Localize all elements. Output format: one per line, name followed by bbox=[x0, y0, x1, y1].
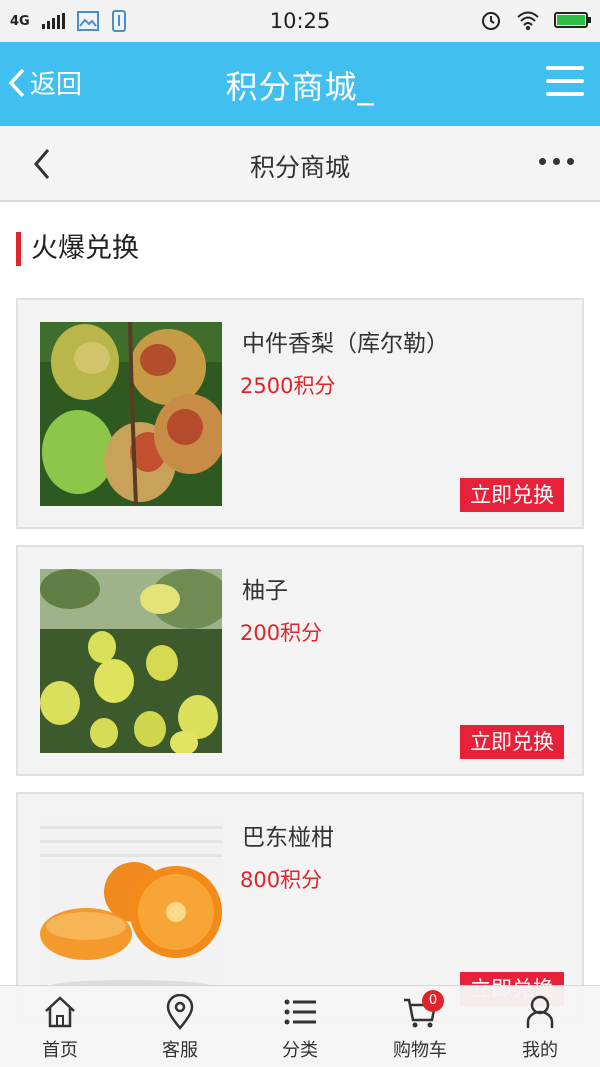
nav-home[interactable]: 首页 bbox=[0, 986, 120, 1067]
alarm-icon bbox=[482, 12, 500, 30]
battery-icon bbox=[554, 12, 591, 28]
nav-profile[interactable]: 我的 bbox=[480, 986, 600, 1067]
product-card[interactable]: 柚子 200积分 立即兑换 bbox=[16, 545, 584, 776]
nav-customer-service[interactable]: 客服 bbox=[120, 986, 240, 1067]
product-price: 800积分 bbox=[240, 868, 323, 892]
nav-label: 分类 bbox=[282, 1040, 318, 1061]
pear-photo[interactable] bbox=[40, 322, 222, 506]
app-header: 返回 积分商城_ bbox=[0, 42, 600, 126]
list-icon bbox=[284, 999, 316, 1025]
page-title: 积分商城 bbox=[249, 153, 350, 182]
product-name[interactable]: 柚子 bbox=[242, 571, 288, 605]
redeem-button[interactable]: 立即兑换 bbox=[460, 478, 564, 512]
status-bar: 4G 10:25 bbox=[0, 0, 600, 42]
nav-label: 我的 bbox=[522, 1040, 558, 1061]
nav-category[interactable]: 分类 bbox=[240, 986, 360, 1067]
pomelo-photo[interactable] bbox=[40, 569, 222, 753]
product-name[interactable]: 巴东椪柑 bbox=[242, 818, 334, 852]
more-options-button[interactable] bbox=[539, 158, 574, 165]
menu-button[interactable] bbox=[546, 66, 584, 98]
nav-label: 客服 bbox=[162, 1040, 198, 1061]
product-price: 2500积分 bbox=[240, 374, 336, 398]
redeem-button[interactable]: 立即兑换 bbox=[460, 725, 564, 759]
section-title: 火爆兑换 bbox=[16, 232, 139, 266]
nav-label: 首页 bbox=[42, 1040, 78, 1061]
cart-badge: 0 bbox=[422, 990, 444, 1012]
product-name[interactable]: 中件香梨（库尔勒） bbox=[242, 324, 449, 358]
wifi-icon bbox=[517, 11, 539, 30]
bottom-navigation: 首页 客服 分类 0 购物车 我的 bbox=[0, 985, 600, 1067]
status-right bbox=[480, 9, 591, 31]
user-icon bbox=[526, 995, 554, 1028]
nav-cart[interactable]: 0 购物车 bbox=[360, 986, 480, 1067]
orange-photo[interactable] bbox=[40, 816, 222, 1000]
product-card[interactable]: 中件香梨（库尔勒） 2500积分 立即兑换 bbox=[16, 298, 584, 529]
home-icon bbox=[45, 996, 75, 1028]
location-pin-icon bbox=[166, 994, 194, 1030]
app-title: 积分商城_ bbox=[225, 68, 375, 106]
product-price: 200积分 bbox=[240, 621, 323, 645]
nav-label: 购物车 bbox=[393, 1040, 447, 1061]
page-header: 积分商城 bbox=[0, 126, 600, 202]
